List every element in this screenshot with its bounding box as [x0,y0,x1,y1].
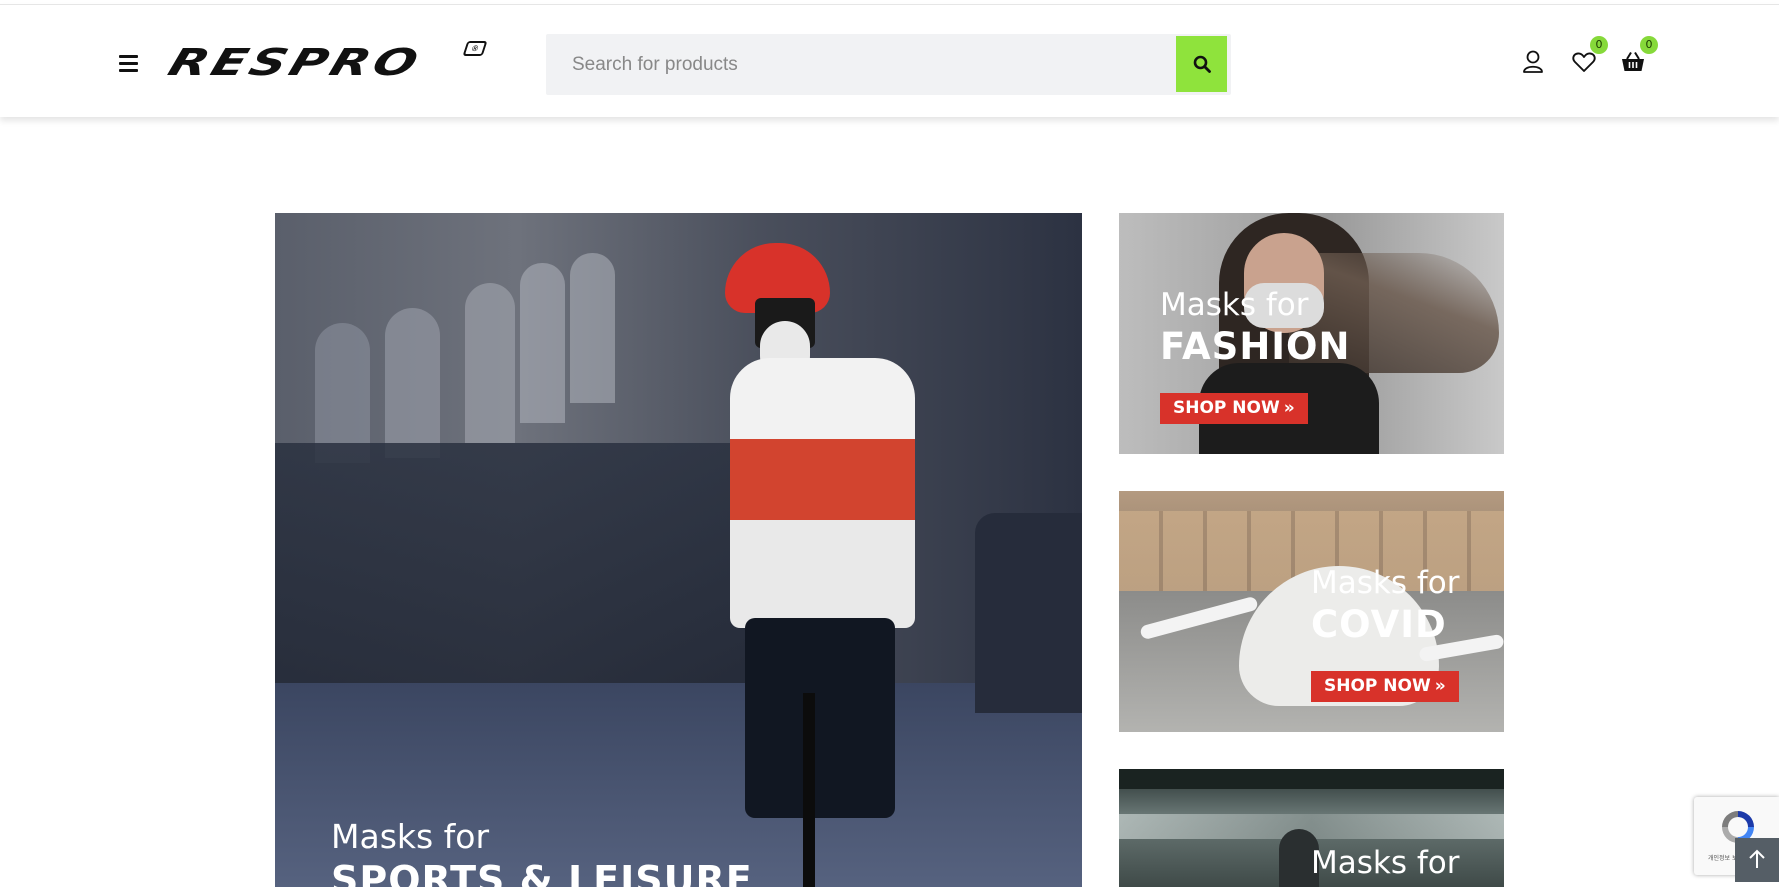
banner-transport[interactable]: Masks for [1119,769,1504,887]
shop-now-button-fashion[interactable]: SHOP NOW» [1160,393,1308,424]
chevrons-right-icon: » [1283,398,1295,418]
back-to-top-button[interactable] [1735,838,1779,882]
search-bar [546,34,1231,95]
search-button[interactable] [1176,36,1227,92]
parked-car-shape [975,513,1082,713]
wheel-shape [803,693,815,887]
cart-count-badge: 0 [1640,36,1658,54]
user-icon[interactable] [1522,50,1544,74]
jacket-shape [730,358,915,628]
banner-title-light: Masks for [331,817,490,856]
shop-now-label: SHOP NOW [1173,398,1280,418]
wishlist-button[interactable] [1572,51,1596,73]
cart-button[interactable] [1621,51,1645,73]
site-header: RESPRO ® 0 0 [0,4,1779,117]
ceiling-shape [1119,769,1504,789]
basket-icon [1622,51,1644,71]
window-arch [465,283,515,443]
banner-title-bold: SPORTS & LEISURE [331,858,753,887]
menu-icon[interactable] [119,55,139,73]
window-arch [520,263,565,423]
banner-title-bold: FASHION [1160,325,1351,368]
banner-covid[interactable]: Masks for COVID SHOP NOW» [1119,491,1504,732]
banner-title-light: Masks for [1311,845,1460,881]
shop-now-button-covid[interactable]: SHOP NOW» [1311,671,1459,702]
logo-text: RESPRO [163,41,428,84]
banner-sports-leisure[interactable]: Masks for SPORTS & LEISURE [275,213,1082,887]
legs-shape [745,618,895,818]
arrow-up-icon [1749,849,1765,868]
search-input[interactable] [546,34,1166,95]
shop-now-label: SHOP NOW [1324,676,1431,696]
wishlist-count-badge: 0 [1590,36,1608,54]
banner-title-light: Masks for [1160,287,1309,323]
banner-fashion[interactable]: Masks for FASHION SHOP NOW» [1119,213,1504,454]
window-arch [315,323,370,463]
road-shape [275,683,1082,887]
banner-title-light: Masks for [1311,565,1460,601]
chevrons-right-icon: » [1434,676,1446,696]
window-arch [570,253,615,403]
search-icon [1193,55,1211,73]
heart-icon [1572,52,1596,72]
banner-title-bold: COVID [1311,603,1447,646]
site-logo[interactable]: RESPRO ® [163,39,488,84]
logo-badge: ® [462,41,488,56]
window-arch [385,308,440,458]
